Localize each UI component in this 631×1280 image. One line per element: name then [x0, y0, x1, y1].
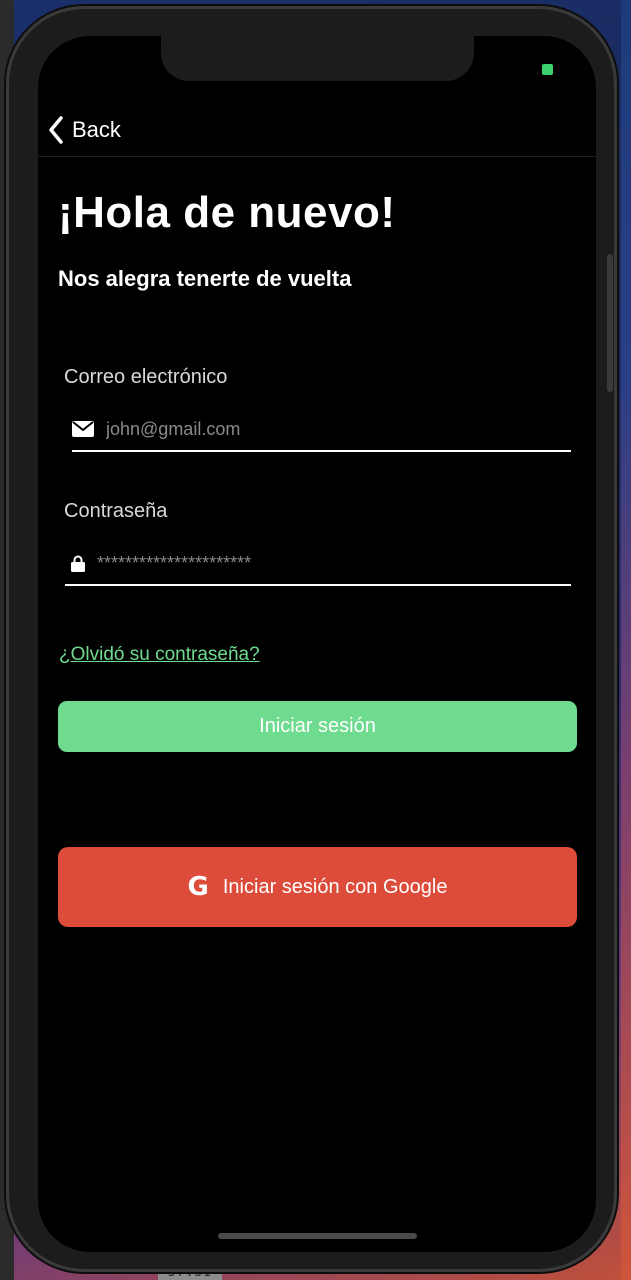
back-button-label: Back: [72, 117, 121, 142]
password-input[interactable]: [97, 552, 517, 574]
phone-notch: [161, 36, 474, 81]
google-icon: G: [187, 872, 209, 902]
phone-screen: Back ¡Hola de nuevo! Nos alegra tenerte …: [38, 36, 596, 1252]
email-field-row: [72, 408, 571, 452]
back-button[interactable]: Back: [48, 112, 121, 148]
desktop-background-right: [621, 0, 631, 1280]
phone-side-button: [607, 254, 613, 392]
chevron-left-icon: [48, 116, 64, 144]
login-button[interactable]: Iniciar sesión: [58, 701, 577, 752]
lock-icon: [71, 555, 85, 572]
page-title: ¡Hola de nuevo!: [58, 188, 396, 237]
envelope-icon: [72, 421, 94, 437]
password-field-row: [65, 542, 571, 586]
password-label: Contraseña: [64, 500, 168, 522]
status-indicator: [542, 64, 553, 75]
page-subtitle: Nos alegra tenerte de vuelta: [58, 266, 352, 291]
home-indicator: [218, 1233, 417, 1239]
email-label: Correo electrónico: [64, 366, 228, 388]
login-button-label: Iniciar sesión: [259, 715, 376, 737]
email-input[interactable]: [106, 418, 526, 440]
forgot-password-link[interactable]: ¿Olvidó su contraseña?: [59, 644, 260, 666]
google-login-button-label: Iniciar sesión con Google: [222, 875, 448, 898]
phone-frame: Back ¡Hola de nuevo! Nos alegra tenerte …: [6, 6, 617, 1272]
google-login-button[interactable]: G Iniciar sesión con Google: [58, 847, 577, 927]
navigation-bar: Back: [38, 108, 596, 157]
